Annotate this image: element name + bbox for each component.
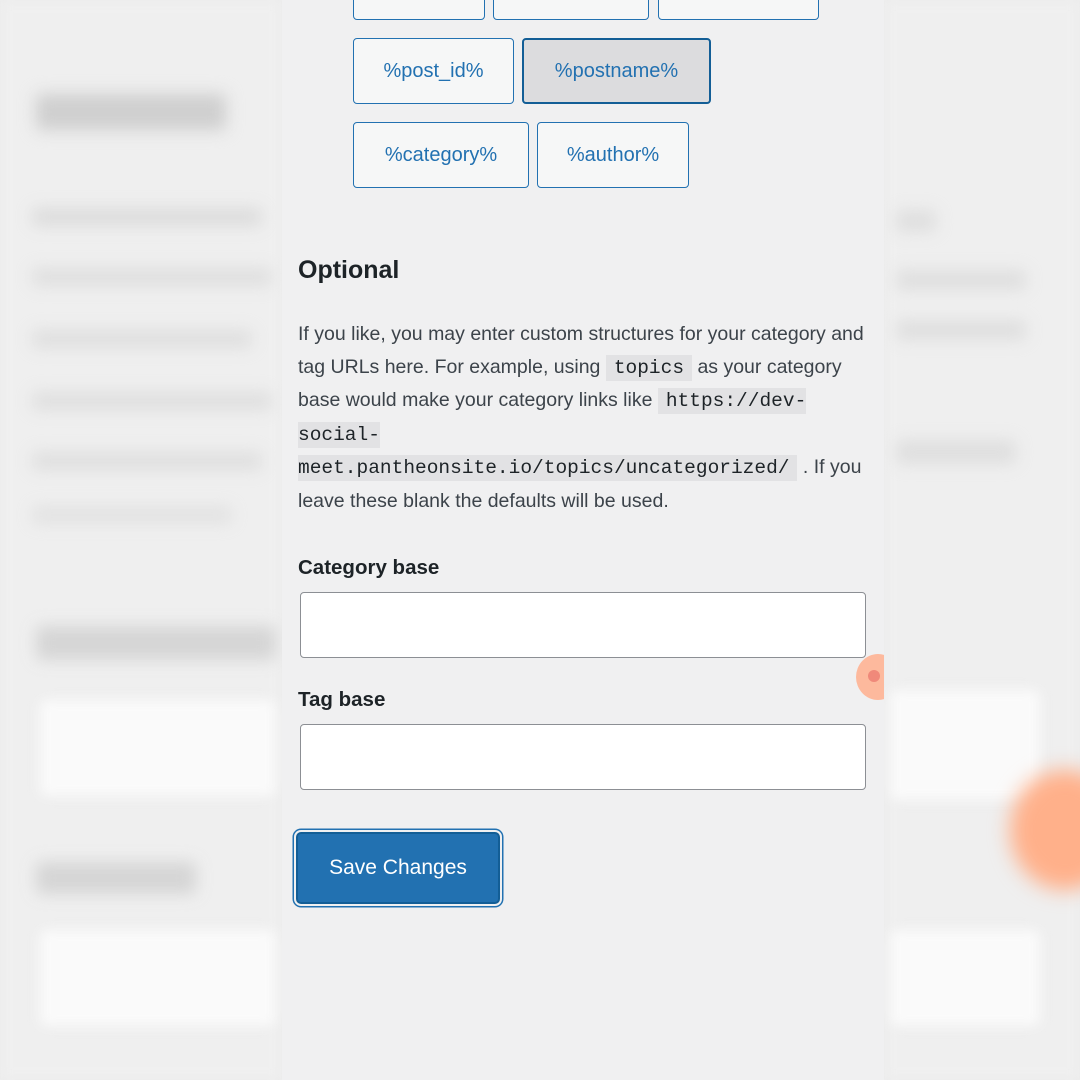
category-base-input[interactable]: [300, 592, 866, 658]
structure-tag-button[interactable]: [493, 0, 649, 20]
optional-heading: Optional: [298, 256, 400, 284]
tag-category-button[interactable]: %category%: [353, 122, 529, 188]
background-blurred-input: [40, 700, 276, 796]
background-right-panel: [884, 0, 1080, 1080]
structure-tag-button[interactable]: [353, 0, 485, 20]
screen: %post_id% %postname% %category% %author%…: [0, 0, 1080, 1080]
tag-author-label: %author%: [566, 143, 660, 166]
background-blurred-line: [32, 392, 272, 410]
structure-tag-button[interactable]: [658, 0, 819, 20]
background-blurred-line: [32, 208, 262, 226]
background-blurred-heading: [36, 626, 276, 660]
save-changes-button[interactable]: Save Changes: [296, 832, 500, 904]
tag-base-input[interactable]: [300, 724, 866, 790]
background-blurred-line: [896, 440, 1016, 464]
optional-description: If you like, you may enter custom struct…: [298, 318, 868, 517]
background-blurred-input: [890, 690, 1040, 800]
tag-author-button[interactable]: %author%: [537, 122, 689, 188]
background-blurred-line: [32, 330, 252, 348]
tag-post-id-label: %post_id%: [383, 59, 484, 82]
background-blurred-heading: [36, 94, 226, 130]
background-left-panel: [0, 0, 282, 1080]
category-base-label: Category base: [298, 556, 440, 579]
touch-indicator-core: [868, 670, 880, 682]
tag-postname-button[interactable]: %postname%: [522, 38, 711, 104]
background-blurred-line: [32, 268, 272, 286]
tag-postname-label: %postname%: [554, 59, 679, 82]
tag-category-label: %category%: [384, 143, 498, 166]
background-blurred-line: [32, 452, 262, 470]
code-topics: topics: [605, 354, 693, 381]
background-blurred-line: [896, 320, 1026, 340]
background-blurred-line: [896, 270, 1026, 290]
background-blurred-input: [40, 930, 276, 1026]
background-blurred-input: [890, 930, 1040, 1026]
background-blurred-heading: [36, 862, 196, 894]
background-blurred-line: [32, 506, 232, 524]
save-changes-label: Save Changes: [329, 856, 467, 879]
touch-indicator: [856, 654, 884, 700]
tag-base-label: Tag base: [298, 688, 386, 711]
background-blurred-line: [896, 210, 936, 232]
tag-post-id-button[interactable]: %post_id%: [353, 38, 514, 104]
permalink-settings-panel: %post_id% %postname% %category% %author%…: [282, 0, 884, 1080]
